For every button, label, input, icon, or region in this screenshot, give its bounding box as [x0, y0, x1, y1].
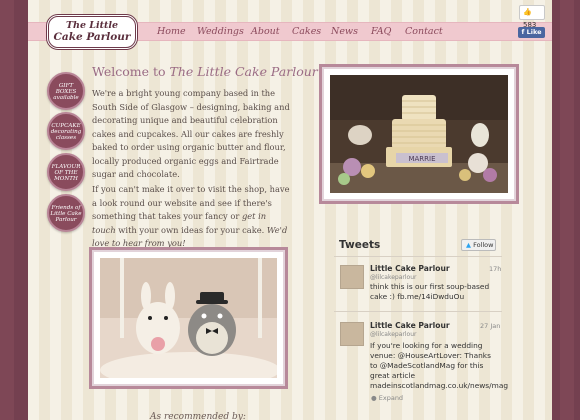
badge-gift-boxes[interactable]: GIFT BOXES available — [47, 72, 85, 110]
badge-cupcake-classes[interactable]: CUPCAKE decorating classes — [47, 112, 85, 150]
intro-paragraph: We're a bright young company based in th… — [92, 88, 290, 179]
thumbs-up-icon: 👍 — [523, 8, 532, 16]
totoro-cake-photo — [100, 258, 277, 378]
tweet-timestamp[interactable]: 27 Jan — [480, 322, 500, 330]
twitter-bird-icon: ▲ — [466, 241, 471, 249]
nav-home[interactable]: Home — [157, 26, 186, 37]
tweet-timestamp[interactable]: 17h — [489, 265, 501, 273]
logo-text-line2: Cake Parlour — [53, 31, 131, 43]
nav-weddings[interactable]: Weddings — [197, 26, 244, 37]
recommended-by-heading: As recommended by: — [150, 412, 246, 420]
twitter-follow-button[interactable]: ▲ Follow — [461, 239, 496, 251]
avatar[interactable] — [340, 322, 364, 346]
divider — [334, 256, 502, 257]
tweet-author-handle[interactable]: @lilcakeparlour — [370, 274, 417, 281]
facebook-like-count: 👍 583 — [519, 5, 545, 29]
photo-frame-wedding-cake: MARRIE — [322, 67, 516, 201]
location-pin-icon: ● — [371, 394, 379, 402]
badge-flavour-of-month[interactable]: FLAVOUR OF THE MONTH — [47, 153, 85, 191]
cake-banner-text: MARRIE — [408, 155, 435, 163]
wedding-cake-image: MARRIE — [330, 75, 508, 193]
badge-friends[interactable]: Friends of Little Cake Parlour — [47, 194, 85, 232]
wedding-cake-photo: MARRIE — [330, 75, 508, 193]
like-label: Like — [526, 28, 542, 36]
expand-label: Expand — [378, 394, 404, 402]
nav-cakes[interactable]: Cakes — [292, 26, 321, 37]
nav-about[interactable]: About — [251, 26, 280, 37]
logo-text-line1: The Little — [65, 20, 119, 31]
badge-text: MONTH — [54, 176, 78, 183]
nav-contact[interactable]: Contact — [405, 26, 443, 37]
avatar[interactable] — [340, 265, 364, 289]
tweet-text: think this is our first soup-based cake … — [370, 282, 490, 301]
tweet-text: If you're looking for a wedding venue: @… — [370, 341, 509, 390]
tweets-title: Tweets — [339, 239, 381, 251]
contact-paragraph: If you can't make it over to visit the s… — [92, 183, 292, 251]
expand-tweet[interactable]: ● Expand — [371, 394, 403, 402]
para-text: with your own ideas for your cake. — [115, 224, 267, 235]
divider — [334, 311, 502, 312]
follow-label: Follow — [473, 241, 494, 249]
site-logo[interactable]: The Little Cake Parlour — [46, 14, 138, 50]
title-name: The Little Cake Parlour — [169, 64, 318, 79]
badge-text: classes — [55, 135, 77, 142]
nav-news[interactable]: News — [331, 26, 358, 37]
tweet-author-name[interactable]: Little Cake Parlour — [370, 264, 450, 273]
page-title: Welcome to The Little Cake Parlour — [92, 64, 318, 79]
tweet-author-handle[interactable]: @lilcakeparlour — [370, 331, 417, 338]
title-prefix: Welcome to — [92, 64, 170, 79]
photo-frame-totoro-cake — [92, 250, 285, 386]
badge-text: Parlour — [55, 217, 77, 224]
totoro-cake-image — [100, 258, 277, 378]
facebook-like-button[interactable]: f Like — [518, 27, 545, 38]
tweet-author-name[interactable]: Little Cake Parlour — [370, 321, 450, 330]
badge-text: available — [53, 95, 79, 102]
nav-faq[interactable]: FAQ — [371, 26, 391, 37]
